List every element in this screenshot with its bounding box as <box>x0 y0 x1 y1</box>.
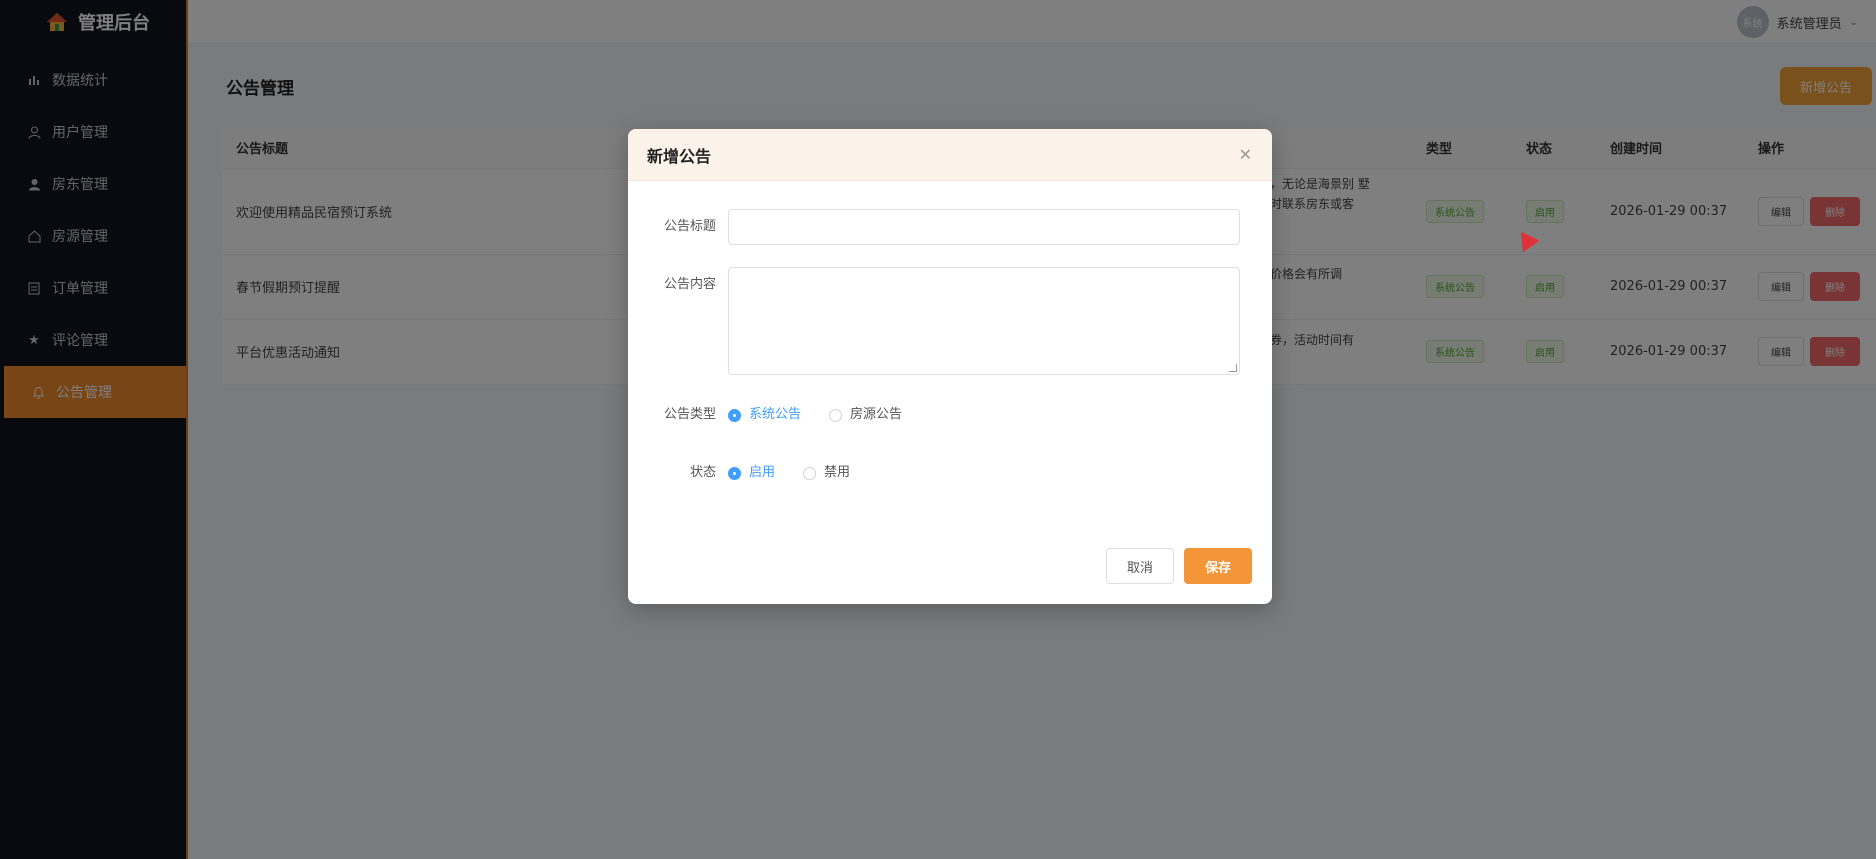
content-textarea[interactable] <box>728 267 1240 375</box>
status-field-label: 状态 <box>689 465 716 480</box>
save-button[interactable]: 保存 <box>1183 548 1252 584</box>
title-input[interactable] <box>728 209 1240 245</box>
radio-label: 房源公告 <box>850 407 903 422</box>
radio-label: 禁用 <box>824 465 851 480</box>
resize-handle-icon[interactable] <box>1229 364 1237 372</box>
radio-label: 启用 <box>749 465 776 480</box>
type-field-label: 公告类型 <box>663 407 716 422</box>
add-announcement-dialog: 新增公告 ✕ 公告标题 公告内容 公告类型 系统公告 房源公告 状态 启用 禁用 <box>628 129 1272 604</box>
type-radio-listing[interactable]: 房源公告 <box>829 397 902 433</box>
dialog-title: 新增公告 <box>647 146 712 166</box>
status-radio-disabled[interactable]: 禁用 <box>803 455 850 491</box>
radio-unchecked-icon <box>829 408 843 422</box>
title-field-label: 公告标题 <box>663 219 716 234</box>
radio-checked-icon <box>728 408 741 422</box>
radio-label: 系统公告 <box>749 407 802 422</box>
close-icon[interactable]: ✕ <box>1239 145 1252 164</box>
cancel-button[interactable]: 取消 <box>1105 548 1174 584</box>
status-radio-enabled[interactable]: 启用 <box>728 455 775 491</box>
radio-unchecked-icon <box>803 466 817 480</box>
content-field-label: 公告内容 <box>663 277 716 292</box>
type-radio-system[interactable]: 系统公告 <box>728 397 801 433</box>
radio-checked-icon <box>728 466 741 480</box>
